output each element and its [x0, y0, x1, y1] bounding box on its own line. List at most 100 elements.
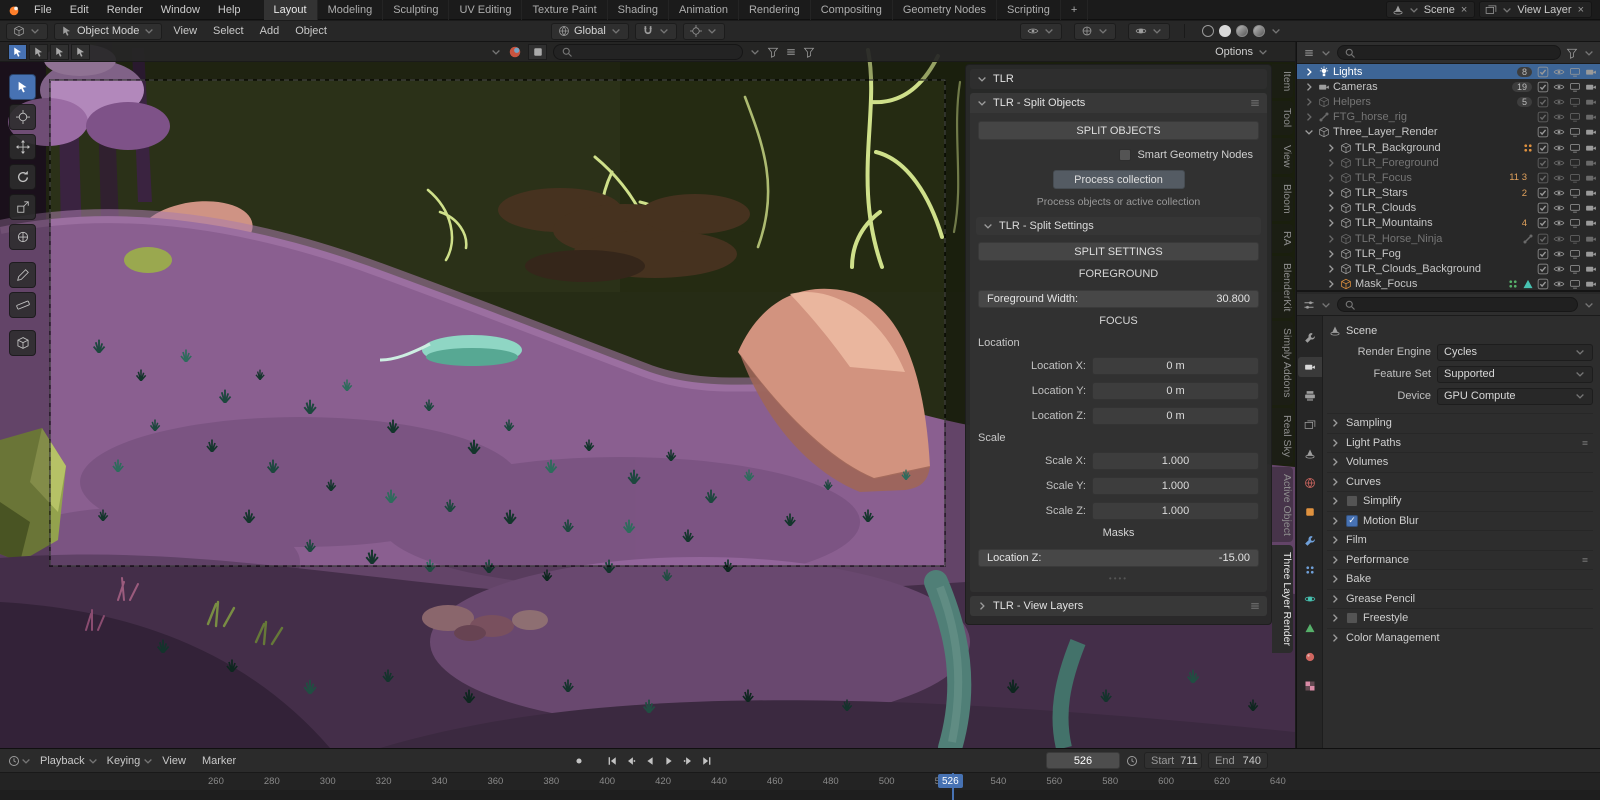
eye-icon[interactable] — [1553, 66, 1565, 78]
monitor-icon[interactable] — [1569, 126, 1581, 138]
motion-blur-checkbox[interactable]: ✓ — [1346, 514, 1358, 527]
section-volumes[interactable]: Volumes — [1327, 452, 1593, 472]
select-mode-new-button[interactable] — [8, 43, 27, 60]
tab-object[interactable] — [1298, 502, 1322, 522]
chevron-right-icon[interactable] — [1303, 111, 1315, 123]
play-reverse-button[interactable] — [641, 753, 658, 769]
tab-item[interactable]: Item — [1272, 64, 1293, 99]
section-motion-blur[interactable]: ✓ Motion Blur — [1327, 510, 1593, 531]
workspace-tab-geometry-nodes[interactable]: Geometry Nodes — [893, 0, 998, 20]
tab-scene[interactable] — [1298, 444, 1322, 464]
tool-measure[interactable] — [9, 292, 36, 318]
shading-wireframe-button[interactable] — [1202, 25, 1214, 37]
tab-output[interactable] — [1298, 386, 1322, 406]
camera-icon[interactable] — [1585, 202, 1597, 214]
tool-transform[interactable] — [9, 224, 36, 250]
section-color-management[interactable]: Color Management — [1327, 627, 1593, 648]
checkbox-icon[interactable] — [1537, 172, 1549, 184]
chevron-right-icon[interactable] — [1303, 96, 1315, 108]
jump-to-end-button[interactable] — [698, 753, 715, 769]
current-frame-marker[interactable]: 526 — [938, 774, 963, 788]
device-select[interactable]: GPU Compute — [1437, 387, 1593, 405]
section-grease-pencil[interactable]: Grease Pencil — [1327, 588, 1593, 609]
panel-menu-icon[interactable] — [1581, 554, 1593, 566]
unlink-scene-button[interactable]: × — [1459, 4, 1469, 16]
asset-type-button[interactable] — [528, 43, 547, 60]
timeline-ruler[interactable]: 260 280 300 320 340 360 380 400 420 440 460 480 500 5… — [0, 773, 1600, 800]
chevron-right-icon[interactable] — [1325, 233, 1337, 245]
current-frame-field[interactable]: 526 — [1046, 752, 1120, 769]
blender-logo-icon[interactable] — [7, 3, 21, 17]
checkbox-icon[interactable] — [1537, 111, 1549, 123]
location-x-field[interactable]: 0 m — [1092, 357, 1259, 375]
outliner-row-lights[interactable]: Lights 8 — [1297, 64, 1600, 80]
view-layers-panel-header[interactable]: TLR - View Layers — [970, 596, 1267, 616]
monitor-icon[interactable] — [1569, 157, 1581, 169]
outliner-row-cameras[interactable]: Cameras 19 — [1297, 79, 1600, 94]
workspace-tab-modeling[interactable]: Modeling — [318, 0, 384, 20]
location-z-field[interactable]: 0 m — [1092, 407, 1259, 425]
chevron-down-icon[interactable] — [20, 755, 32, 767]
monitor-icon[interactable] — [1569, 202, 1581, 214]
3d-viewport[interactable]: Options TLR TLR - Split Objects SPLIT OB… — [0, 42, 1295, 748]
shading-material-button[interactable] — [1236, 25, 1248, 37]
outliner-row-tlr-foreground[interactable]: TLR_Foreground — [1297, 155, 1600, 170]
editor-type-select[interactable] — [6, 22, 48, 40]
workspace-tab-sculpting[interactable]: Sculpting — [383, 0, 450, 20]
checkbox-icon[interactable] — [1537, 202, 1549, 214]
section-performance[interactable]: Performance — [1327, 549, 1593, 570]
eye-icon[interactable] — [1553, 142, 1565, 154]
camera-icon[interactable] — [1585, 157, 1597, 169]
monitor-icon[interactable] — [1569, 248, 1581, 260]
chevron-down-icon[interactable] — [1320, 299, 1332, 311]
outliner-row-tlr-background[interactable]: TLR_Background — [1297, 140, 1600, 155]
tab-three-layer-render[interactable]: Three Layer Render — [1272, 545, 1293, 654]
tool-options-dropdown[interactable]: Options — [1215, 46, 1295, 58]
tab-ra[interactable]: RA — [1272, 224, 1293, 253]
outliner-row-mask-focus[interactable]: Mask_Focus — [1297, 277, 1600, 290]
blenderkit-search-input[interactable] — [553, 43, 743, 60]
panel-menu-icon[interactable] — [1249, 97, 1261, 109]
simplify-checkbox[interactable] — [1346, 495, 1358, 508]
panel-menu-icon[interactable] — [1581, 437, 1593, 449]
chevron-right-icon[interactable] — [1325, 187, 1337, 199]
eye-icon[interactable] — [1553, 81, 1565, 93]
eye-icon[interactable] — [1553, 187, 1565, 199]
tab-view-layer[interactable] — [1298, 415, 1322, 435]
play-button[interactable] — [660, 753, 677, 769]
tab-active-object[interactable]: Active Object — [1272, 466, 1293, 543]
section-curves[interactable]: Curves — [1327, 471, 1593, 492]
split-settings-panel-header[interactable]: TLR - Split Settings — [976, 217, 1261, 235]
select-mode-intersect-button[interactable] — [71, 43, 90, 60]
location-y-field[interactable]: 0 m — [1092, 382, 1259, 400]
bookmark-icon[interactable] — [767, 46, 779, 58]
tab-physics[interactable] — [1298, 589, 1322, 609]
freestyle-checkbox[interactable] — [1346, 612, 1358, 625]
scale-y-field[interactable]: 1.000 — [1092, 477, 1259, 495]
timeline-scroll-area[interactable] — [0, 790, 1600, 800]
select-mode-subtract-button[interactable] — [50, 43, 69, 60]
transform-orientation-select[interactable]: Global — [551, 22, 629, 40]
checkbox-icon[interactable] — [1537, 157, 1549, 169]
workspace-tab-rendering[interactable]: Rendering — [739, 0, 811, 20]
view-layer-selector[interactable]: View Layer × — [1479, 1, 1592, 18]
select-mode-extend-button[interactable] — [29, 43, 48, 60]
section-simplify[interactable]: Simplify — [1327, 491, 1593, 511]
camera-icon[interactable] — [1585, 172, 1597, 184]
eye-icon[interactable] — [1553, 233, 1565, 245]
checkbox-icon[interactable] — [1537, 278, 1549, 290]
camera-icon[interactable] — [1585, 263, 1597, 275]
auto-keying-button[interactable] — [570, 753, 587, 769]
workspace-tab-shading[interactable]: Shading — [608, 0, 670, 20]
tool-scale[interactable] — [9, 194, 36, 220]
tab-particles[interactable] — [1298, 560, 1322, 580]
blenderkit-logo-icon[interactable] — [508, 45, 522, 59]
camera-icon[interactable] — [1585, 187, 1597, 199]
feature-set-select[interactable]: Supported — [1437, 365, 1593, 383]
chevron-right-icon[interactable] — [1325, 263, 1337, 275]
frame-start-field[interactable]: Start 711 — [1144, 752, 1202, 769]
list-icon[interactable] — [785, 46, 797, 58]
remove-view-layer-button[interactable]: × — [1576, 4, 1586, 16]
eye-icon[interactable] — [1553, 96, 1565, 108]
chevron-right-icon[interactable] — [1325, 248, 1337, 260]
